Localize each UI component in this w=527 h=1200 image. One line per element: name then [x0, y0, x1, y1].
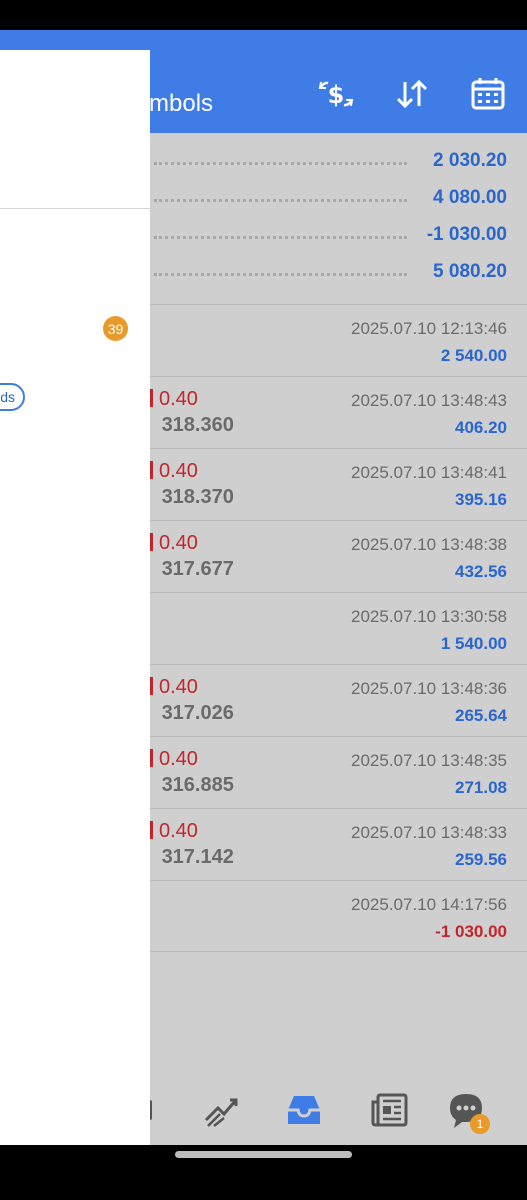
volume: 0.40 — [150, 532, 198, 555]
history-inbox-icon[interactable] — [282, 1088, 326, 1132]
notification-badge: 39 — [103, 316, 128, 341]
summary-row: -1 030.00 — [150, 217, 527, 254]
row-date: 2025.07.10 14:17:56 — [351, 895, 507, 914]
price: 317.677 — [161, 558, 234, 580]
row-date: 2025.07.10 13:30:58 — [351, 607, 507, 626]
row-date: 2025.07.10 12:13:46 — [351, 319, 507, 338]
drawer-pill-button[interactable]: ds — [0, 383, 25, 411]
summary-value: -1 030.00 — [426, 224, 507, 245]
price: 317.142 — [161, 846, 234, 868]
summary-value: 2 030.20 — [433, 150, 507, 171]
history-list: 2025.07.10 12:13:46 2 540.00 0.40 318.360 2… — [150, 304, 527, 952]
history-row[interactable]: 0.40 317.677 2025.07.10 13:48:38 432.56 — [150, 520, 527, 592]
news-icon[interactable] — [368, 1088, 412, 1132]
summary-value: 5 080.20 — [433, 261, 507, 282]
history-row[interactable]: 2025.07.10 14:17:56 -1 030.00 — [150, 880, 527, 952]
volume: 0.40 — [150, 820, 198, 843]
summary-row: 2 030.20 — [150, 143, 527, 180]
chat-icon[interactable]: 1 — [444, 1088, 490, 1134]
summary-row: 5 080.20 — [150, 254, 527, 291]
row-date: 2025.07.10 13:48:43 — [351, 391, 507, 410]
calendar-icon[interactable] — [466, 72, 510, 116]
sort-icon[interactable] — [390, 72, 434, 116]
row-date: 2025.07.10 13:48:41 — [351, 463, 507, 482]
balance-summary: 2 030.20 4 080.00 -1 030.00 5 080.20 — [150, 143, 527, 291]
dollar-exchange-icon[interactable]: $ — [314, 72, 358, 116]
app: mbols $ 2 030.20 4 080.00 -1 030.00 5 08… — [0, 50, 527, 1145]
price: 316.885 — [161, 774, 234, 796]
bottom-nav: 1 — [146, 1080, 527, 1145]
chat-badge: 1 — [470, 1114, 490, 1134]
row-date: 2025.07.10 13:48:38 — [351, 535, 507, 554]
history-row[interactable]: 0.40 316.885 2025.07.10 13:48:35 271.08 — [150, 736, 527, 808]
volume: 0.40 — [150, 460, 198, 483]
price: 317.026 — [161, 702, 234, 724]
navigation-drawer: 39 ds — [0, 50, 150, 1145]
row-amount: 395.16 — [455, 490, 507, 509]
app-top-strip — [0, 30, 527, 50]
status-bar — [0, 0, 527, 30]
history-row[interactable]: 2025.07.10 12:13:46 2 540.00 — [150, 304, 527, 376]
svg-text:$: $ — [328, 81, 345, 109]
row-amount: 259.56 — [455, 850, 507, 869]
row-date: 2025.07.10 13:48:36 — [351, 679, 507, 698]
row-amount: 2 540.00 — [440, 346, 507, 365]
history-row[interactable]: 0.40 318.370 2025.07.10 13:48:41 395.16 — [150, 448, 527, 520]
page-title: mbols — [149, 90, 214, 117]
row-amount: 271.08 — [455, 778, 507, 797]
volume: 0.40 — [150, 748, 198, 771]
row-amount: 265.64 — [455, 706, 507, 725]
row-amount: 1 540.00 — [440, 634, 507, 653]
volume: 0.40 — [150, 388, 198, 411]
row-amount: -1 030.00 — [435, 922, 507, 941]
history-row[interactable]: 2025.07.10 13:30:58 1 540.00 — [150, 592, 527, 664]
price: 318.370 — [161, 486, 234, 508]
home-indicator[interactable] — [175, 1151, 352, 1158]
summary-row: 4 080.00 — [150, 180, 527, 217]
row-amount: 432.56 — [455, 562, 507, 581]
summary-value: 4 080.00 — [433, 187, 507, 208]
history-row[interactable]: 0.40 317.026 2025.07.10 13:48:36 265.64 — [150, 664, 527, 736]
row-date: 2025.07.10 13:48:33 — [351, 823, 507, 842]
row-amount: 406.20 — [455, 418, 507, 437]
volume: 0.40 — [150, 676, 198, 699]
trade-chart-icon[interactable] — [200, 1088, 244, 1132]
price: 318.360 — [161, 414, 234, 436]
history-row[interactable]: 0.40 318.360 2025.07.10 13:48:43 406.20 — [150, 376, 527, 448]
drawer-divider — [0, 208, 150, 209]
history-row[interactable]: 0.40 317.142 2025.07.10 13:48:33 259.56 — [150, 808, 527, 880]
row-date: 2025.07.10 13:48:35 — [351, 751, 507, 770]
